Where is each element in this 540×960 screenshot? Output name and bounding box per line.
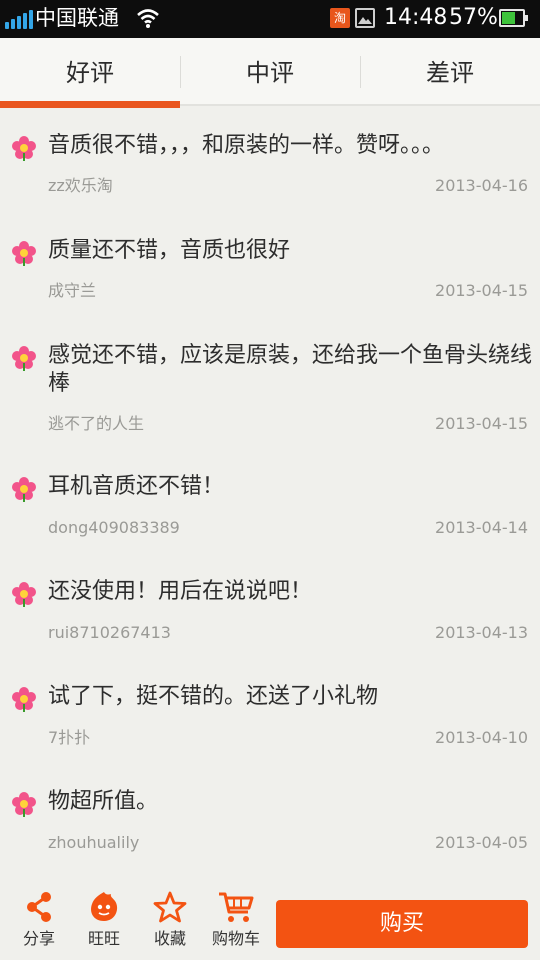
flower-icon: [12, 687, 36, 712]
review-date: 2013-04-15: [435, 281, 528, 300]
review-date: 2013-04-13: [435, 623, 528, 642]
cart-label: 购物车: [211, 929, 260, 948]
review-date: 2013-04-05: [435, 833, 528, 852]
review-text: 物超所值。: [48, 789, 159, 814]
signal-icon: [5, 9, 33, 29]
review-text: 音质很不错，，，和原装的一样。赞呀。。。: [48, 133, 445, 158]
review-username: zz欢乐淘: [48, 176, 113, 195]
battery-percent: 57%: [449, 5, 498, 30]
review-date: 2013-04-14: [435, 518, 528, 537]
wangwang-button[interactable]: 旺旺: [74, 890, 134, 960]
share-icon: [27, 892, 51, 922]
flower-icon: [12, 582, 36, 607]
review-date: 2013-04-15: [435, 414, 528, 433]
status-bar: 中国联通 淘 14:48 57%: [0, 0, 540, 38]
favorite-button[interactable]: 收藏: [140, 890, 200, 960]
star-icon: [153, 891, 187, 923]
favorite-label: 收藏: [153, 929, 186, 948]
tab-neutral[interactable]: 中评: [180, 38, 360, 104]
bottom-action-bar: 分享 旺旺 收藏 购物车 购买: [0, 880, 540, 960]
review-text: 感觉还不错，应该是原装，还给我一个鱼骨头绕线棒: [48, 343, 533, 396]
wangwang-label: 旺旺: [87, 929, 120, 948]
clock: 14:48: [384, 5, 448, 30]
image-notification-icon: [355, 8, 375, 28]
flower-icon: [12, 346, 36, 371]
wifi-icon: [137, 9, 159, 28]
review-username: 成守兰: [48, 281, 97, 300]
flower-icon: [12, 241, 36, 266]
review-username: zhouhualily: [48, 833, 140, 852]
share-label: 分享: [22, 929, 55, 948]
review-username: dong409083389: [48, 518, 180, 537]
buy-button[interactable]: 购买: [276, 900, 528, 948]
review-text: 还没使用！用后在说说吧！: [48, 579, 313, 604]
battery-level: [502, 12, 515, 24]
review-tabs: 好评 中评 差评: [0, 38, 540, 104]
review-date: 2013-04-16: [435, 176, 528, 195]
review-text: 质量还不错，音质也很好: [48, 238, 291, 263]
taobao-notification-icon: 淘: [330, 8, 350, 28]
review-text: 试了下，挺不错的。还送了小礼物: [48, 684, 379, 709]
wangwang-chat-icon: [91, 892, 118, 921]
review-username: rui8710267413: [48, 623, 171, 642]
flower-icon: [12, 477, 36, 502]
review-username: 逃不了的人生: [48, 414, 145, 433]
tab-positive[interactable]: 好评: [0, 38, 180, 104]
shopping-cart-icon: [219, 892, 254, 922]
review-text: 耳机音质还不错！: [48, 474, 225, 499]
cart-button[interactable]: 购物车: [206, 890, 266, 960]
flower-icon: [12, 136, 36, 161]
review-date: 2013-04-10: [435, 728, 528, 747]
share-button[interactable]: 分享: [9, 890, 69, 960]
active-tab-indicator: [0, 101, 180, 108]
battery-icon: [499, 9, 528, 27]
review-username: 7扑扑: [48, 728, 91, 747]
tab-negative[interactable]: 差评: [360, 38, 540, 104]
flower-icon: [12, 792, 36, 817]
carrier-name: 中国联通: [35, 6, 119, 30]
